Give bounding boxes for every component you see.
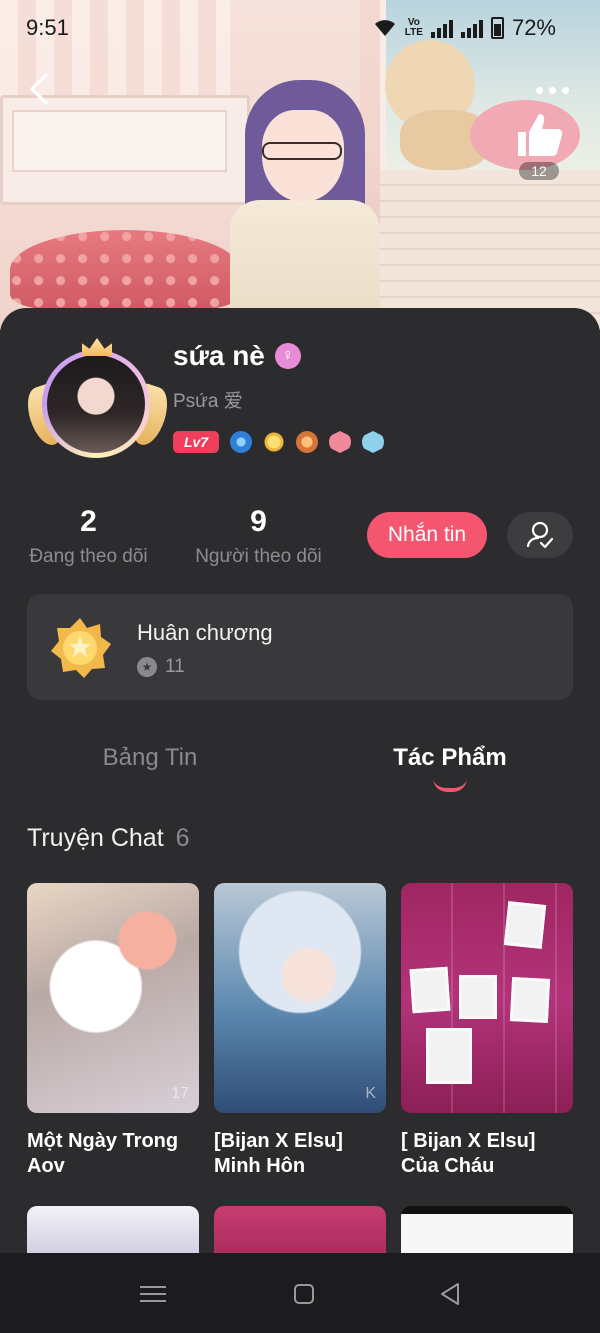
avatar [47, 355, 145, 453]
story-card[interactable]: [ Bijan X Elsu] Của Cháu [401, 883, 573, 1179]
story-title: Một Ngày Trong Aov [27, 1130, 179, 1177]
level-badge[interactable]: Lv7 [173, 431, 219, 453]
story-card[interactable] [401, 1206, 573, 1253]
profile-screen: 9:51 Vo LTE 72% 12 sứa nè ♀ Psứa 爱 Lv7 2… [0, 0, 600, 1333]
cover-character-glasses [262, 142, 342, 160]
crown-icon [82, 338, 112, 356]
blue-gem-badge-icon[interactable] [230, 431, 252, 453]
story-card[interactable]: K [Bijan X Elsu] Minh Hôn [214, 883, 386, 1179]
followers-stat[interactable]: 9 Người theo dõi [192, 504, 325, 568]
following-label: Đang theo dõi [29, 546, 148, 567]
back-button[interactable] [22, 72, 56, 112]
bronze-medal-badge-icon[interactable] [296, 431, 318, 453]
cover-drawer [12, 110, 227, 172]
home-button[interactable] [289, 1279, 319, 1309]
system-back-button[interactable] [436, 1279, 466, 1309]
photo-decoration [503, 901, 547, 949]
photo-decoration [509, 977, 551, 1023]
story-title: [ Bijan X Elsu] Của Cháu [401, 1130, 536, 1177]
chevron-left-icon [30, 73, 48, 105]
wifi-icon [374, 20, 395, 36]
more-dot [548, 86, 556, 94]
signal-icon [430, 18, 453, 38]
photo-decoration [409, 966, 451, 1014]
status-bar: 9:51 Vo LTE 72% [0, 0, 600, 56]
system-navigation-bar [0, 1253, 600, 1333]
star-icon: ★ [137, 657, 157, 677]
story-cover-image [401, 883, 573, 1113]
message-button[interactable]: Nhắn tin [367, 512, 487, 558]
photo-decoration [459, 975, 497, 1019]
medal-card[interactable]: Huân chương ★ 11 [27, 594, 573, 700]
medal-count: 11 [165, 656, 185, 677]
triangle-back-icon [441, 1283, 459, 1305]
story-card[interactable] [27, 1206, 199, 1253]
story-card[interactable] [214, 1206, 386, 1253]
menu-line [140, 1292, 166, 1295]
profile-panel: sứa nè ♀ Psứa 爱 Lv7 2 Đang theo dõi 9 Ng… [0, 308, 600, 1253]
user-handle: Psứa 爱 [173, 391, 243, 412]
section-header: Truyện Chat 6 [27, 824, 190, 853]
story-cover-image: 17 [27, 883, 199, 1113]
followers-count: 9 [250, 505, 267, 538]
avatar-ring [42, 350, 150, 458]
section-title: Truyện Chat [27, 824, 164, 852]
like-button[interactable]: 12 [512, 110, 566, 182]
more-dots-icon [535, 86, 543, 94]
female-icon: ♀ [274, 343, 301, 369]
volte-icon: Vo LTE [404, 17, 423, 38]
cover-window-sill [380, 170, 600, 330]
battery-icon [490, 17, 504, 39]
followers-label: Người theo dõi [195, 546, 322, 567]
more-dot [561, 86, 569, 94]
status-time: 9:51 [26, 15, 69, 40]
follow-status-button[interactable] [507, 512, 573, 558]
battery-percent: 72% [511, 15, 556, 40]
avatar-frame[interactable] [21, 338, 174, 468]
story-cover-image: K [214, 883, 386, 1113]
name-row: sứa nè ♀ [173, 340, 301, 372]
sun-badge-icon[interactable] [263, 431, 285, 453]
following-stat[interactable]: 2 Đang theo dõi [27, 504, 150, 568]
medal-title: Huân chương [137, 620, 273, 645]
medal-count-row: ★ 11 [137, 656, 185, 678]
menu-icon [140, 1285, 166, 1288]
tab-news-feed[interactable]: Bảng Tin [0, 744, 300, 772]
user-check-icon [526, 521, 554, 549]
section-count: 6 [175, 824, 190, 852]
signal-2-icon [460, 18, 483, 38]
badge-row: Lv7 [173, 431, 384, 453]
home-square-icon [294, 1284, 314, 1304]
following-count: 2 [80, 505, 97, 538]
story-view-count: K [365, 1085, 376, 1102]
menu-line [140, 1300, 166, 1303]
tab-works[interactable]: Tác Phẩm [300, 744, 600, 772]
like-count: 12 [519, 162, 559, 180]
pink-hexagon-badge-icon[interactable] [329, 431, 351, 453]
medal-icon [51, 618, 111, 678]
status-icons: Vo LTE 72% [373, 15, 556, 41]
story-card[interactable]: 17 Một Ngày Trong Aov [27, 883, 199, 1179]
more-options-button[interactable] [530, 78, 574, 102]
thumbs-up-icon [518, 114, 563, 156]
blue-hexagon-badge-icon[interactable] [362, 431, 384, 453]
photo-decoration [426, 1028, 472, 1084]
cover-stool [10, 230, 240, 310]
active-tab-indicator [433, 778, 467, 792]
username: sứa nè [173, 340, 265, 371]
story-title: [Bijan X Elsu] Minh Hôn [214, 1130, 343, 1177]
recent-apps-button[interactable] [138, 1279, 168, 1309]
story-view-count: 17 [171, 1085, 189, 1102]
